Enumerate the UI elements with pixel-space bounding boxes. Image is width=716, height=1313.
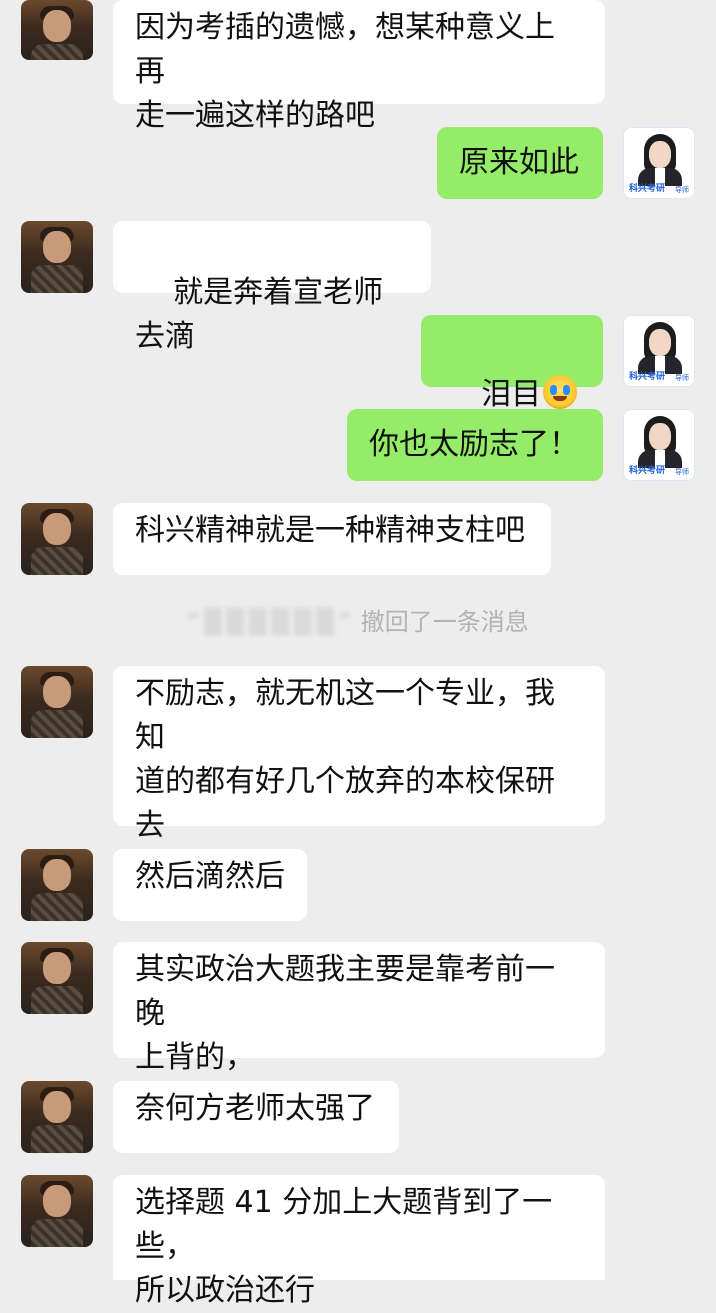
avatar-face	[43, 859, 71, 891]
contact-avatar[interactable]	[21, 849, 93, 921]
message-bubble[interactable]: 不励志，就无机这一个专业，我知 道的都有好几个放弃的本校保研去 考科大的	[113, 666, 605, 887]
avatar-shirt	[31, 893, 83, 921]
my-avatar[interactable]: 科兴考研 导师	[623, 127, 695, 199]
avatar-shirt	[31, 265, 83, 293]
contact-avatar[interactable]	[21, 1081, 93, 1153]
avatar-shirt	[31, 547, 83, 575]
contact-avatar[interactable]	[21, 0, 93, 60]
message-bubble[interactable]: 就是奔着宣老师去滴	[113, 221, 431, 354]
avatar-face	[649, 329, 671, 356]
avatar-tag-label: 导师	[675, 374, 689, 382]
my-avatar[interactable]: 科兴考研 导师	[623, 409, 695, 481]
avatar-shirt	[31, 1219, 83, 1247]
message-bubble[interactable]: 其实政治大题我主要是靠考前一晚 上背的，	[113, 942, 605, 1075]
message-bubble[interactable]: 因为考插的遗憾，想某种意义上再 走一遍这样的路吧	[113, 0, 605, 133]
avatar-brand-label: 科兴考研	[629, 372, 666, 382]
contact-avatar[interactable]	[21, 503, 93, 575]
avatar-face	[43, 676, 71, 708]
avatar-face	[43, 1091, 71, 1123]
contact-avatar[interactable]	[21, 221, 93, 293]
avatar-shirt	[31, 710, 83, 738]
recall-notice-text: 撤回了一条消息	[360, 608, 529, 636]
message-bubble[interactable]: 科兴精神就是一种精神支柱吧	[113, 503, 551, 575]
message-bubble[interactable]: 泪目	[421, 315, 603, 453]
avatar-face	[649, 423, 671, 450]
avatar-tag-label: 导师	[675, 468, 689, 476]
message-text: 泪目	[481, 377, 542, 412]
avatar-face	[43, 231, 71, 263]
chat-area: 因为考插的遗憾，想某种意义上再 走一遍这样的路吧 科兴考研 导师 原来如此 就是…	[0, 0, 716, 1308]
message-bubble[interactable]: 选择题 41 分加上大题背到了一些， 所以政治还行	[113, 1175, 605, 1308]
crying-face-icon	[543, 375, 578, 409]
avatar-brand-label: 科兴考研	[629, 466, 666, 476]
message-bubble[interactable]: 原来如此	[437, 127, 603, 199]
message-text: 就是奔着宣老师去滴	[135, 275, 384, 354]
recall-notice: “▒▒▒▒▒▒” 撤回了一条消息	[0, 605, 716, 639]
contact-avatar[interactable]	[21, 1175, 93, 1247]
message-bubble[interactable]: 奈何方老师太强了	[113, 1081, 399, 1153]
message-bubble[interactable]: 然后滴然后	[113, 849, 307, 921]
my-avatar[interactable]: 科兴考研 导师	[623, 315, 695, 387]
masked-contact-name: “▒▒▒▒▒▒”	[187, 608, 355, 636]
avatar-face	[43, 952, 71, 984]
contact-avatar[interactable]	[21, 942, 93, 1014]
avatar-shirt	[31, 986, 83, 1014]
avatar-tag-label: 导师	[675, 186, 689, 194]
avatar-face	[43, 1185, 71, 1217]
avatar-shirt	[31, 44, 83, 60]
avatar-shirt	[31, 1125, 83, 1153]
contact-avatar[interactable]	[21, 666, 93, 738]
avatar-face	[43, 10, 71, 42]
message-bubble[interactable]: 你也太励志了！	[347, 409, 603, 481]
avatar-brand-label: 科兴考研	[629, 184, 666, 194]
avatar-face	[43, 513, 71, 545]
avatar-face	[649, 141, 671, 168]
